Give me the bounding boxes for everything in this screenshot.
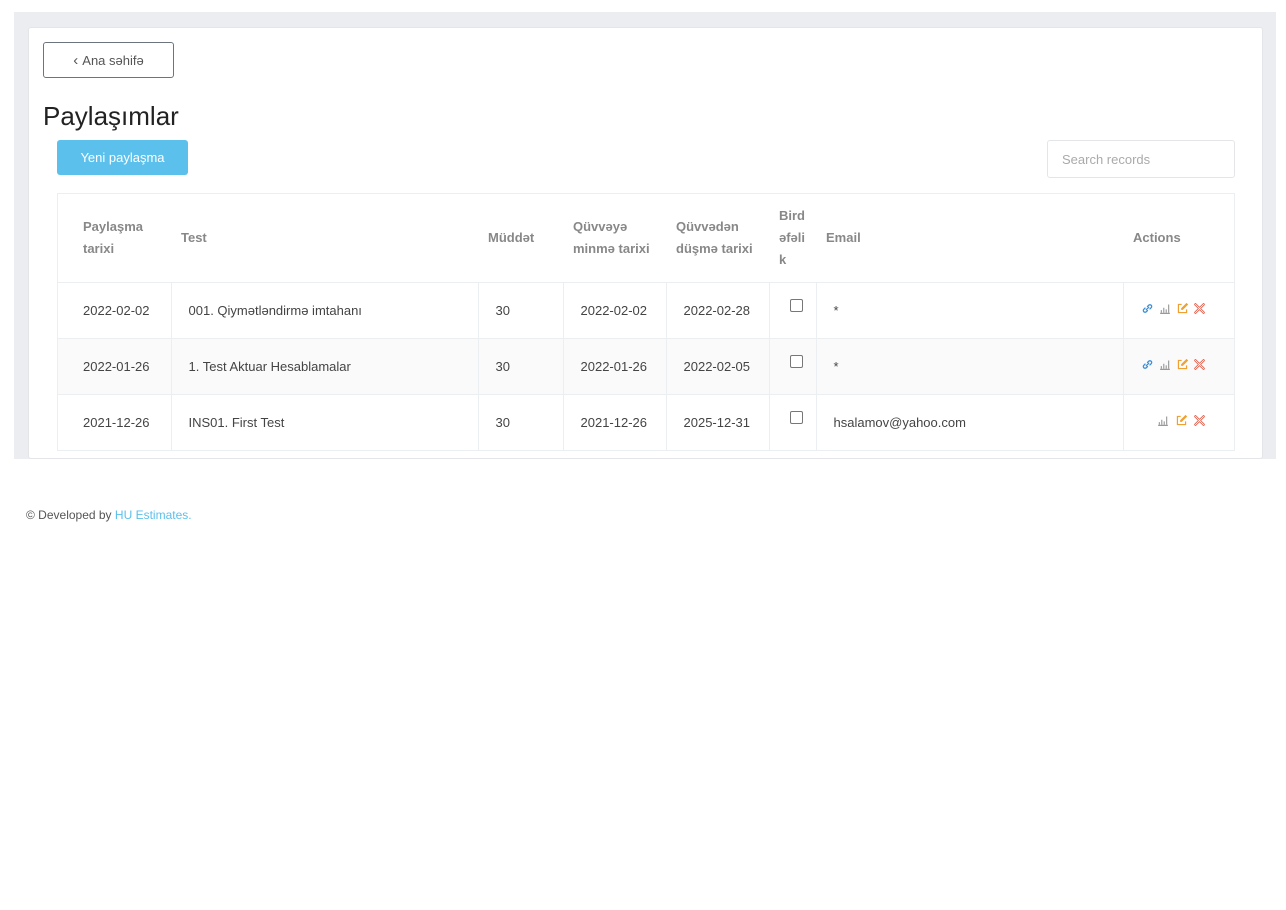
edit-icon[interactable] — [1176, 301, 1189, 315]
stats-icon[interactable] — [1158, 357, 1172, 371]
cell-test: INS01. First Test — [170, 393, 478, 450]
cell-end-date: 2022-02-05 — [665, 337, 769, 394]
cell-actions — [1122, 281, 1234, 338]
stats-icon[interactable] — [1156, 413, 1170, 427]
shares-table: Paylaşma tarixi Test Müddət Qüvvəyə minm… — [57, 193, 1235, 451]
delete-icon[interactable] — [1192, 413, 1206, 427]
link-icon[interactable] — [1140, 357, 1153, 371]
stats-icon[interactable] — [1158, 301, 1172, 315]
delete-icon[interactable] — [1193, 301, 1206, 315]
column-header[interactable]: Müddət — [478, 194, 563, 282]
cell-duration: 30 — [477, 393, 563, 450]
back-home-button[interactable]: ‹ Ana səhifə — [43, 42, 174, 78]
column-header[interactable]: Qüvvəyə minmə tarixi — [563, 194, 666, 282]
page-title: Paylaşımlar — [43, 101, 179, 131]
column-header: Actions — [1133, 229, 1181, 245]
footer: © Developed by HU Estimates. — [26, 508, 192, 522]
cell-test: 1. Test Aktuar Hesablamalar — [170, 337, 478, 394]
cell-one-time — [768, 281, 816, 338]
cell-one-time — [768, 393, 816, 450]
footer-link[interactable]: HU Estimates. — [115, 508, 192, 522]
top-strip — [0, 0, 1286, 12]
one-time-checkbox[interactable] — [789, 299, 803, 312]
chevron-left-icon: ‹ — [73, 51, 79, 69]
column-header[interactable]: Email — [816, 194, 1123, 282]
one-time-checkbox[interactable] — [789, 411, 803, 425]
link-icon[interactable] — [1140, 301, 1153, 315]
content-card: ‹ Ana səhifə Paylaşımlar Yeni paylaşma P… — [28, 27, 1263, 459]
edit-icon[interactable] — [1176, 357, 1189, 371]
table-row: 2021-12-26 INS01. First Test 30 2021-12-26 2… — [58, 393, 1234, 450]
cell-end-date: 2022-02-28 — [665, 281, 769, 338]
table-row: 2022-01-26 1. Test Aktuar Hesablamalar 30 2… — [58, 337, 1234, 394]
cell-duration: 30 — [477, 337, 563, 394]
table-header-row: Paylaşma tarixi Test Müddət Qüvvəyə minm… — [58, 194, 1234, 282]
cell-email: hsalamov@yahoo.com — [815, 393, 1123, 450]
column-header[interactable]: Paylaşma tarixi — [58, 194, 171, 282]
cell-start-date: 2021-12-26 — [562, 393, 666, 450]
cell-start-date: 2022-01-26 — [562, 337, 666, 394]
delete-icon[interactable] — [1193, 357, 1206, 371]
search-input[interactable] — [1047, 140, 1235, 178]
cell-actions — [1122, 393, 1234, 450]
cell-end-date: 2025-12-31 — [665, 393, 769, 450]
table-row: 2022-02-02 001. Qiymətləndirmə imtahanı 30… — [58, 281, 1234, 338]
back-home-label: Ana səhifə — [82, 52, 144, 68]
new-share-button[interactable]: Yeni paylaşma — [57, 140, 188, 175]
footer-text: © Developed by — [26, 508, 115, 522]
column-header[interactable]: Qüvvədən düşmə tarixi — [666, 194, 769, 282]
edit-icon[interactable] — [1174, 413, 1188, 427]
cell-actions — [1122, 337, 1234, 394]
one-time-checkbox[interactable] — [789, 355, 803, 368]
cell-test: 001. Qiymətləndirmə imtahanı — [170, 281, 478, 338]
column-header[interactable]: Birdəfəlik — [769, 194, 816, 282]
cell-email: * — [815, 337, 1123, 394]
cell-duration: 30 — [477, 281, 563, 338]
cell-one-time — [768, 337, 816, 394]
cell-share-date: 2022-02-02 — [58, 281, 171, 338]
cell-share-date: 2022-01-26 — [58, 337, 171, 394]
cell-start-date: 2022-02-02 — [562, 281, 666, 338]
column-header[interactable]: Test — [171, 194, 478, 282]
cell-email: * — [815, 281, 1123, 338]
cell-share-date: 2021-12-26 — [58, 393, 171, 450]
